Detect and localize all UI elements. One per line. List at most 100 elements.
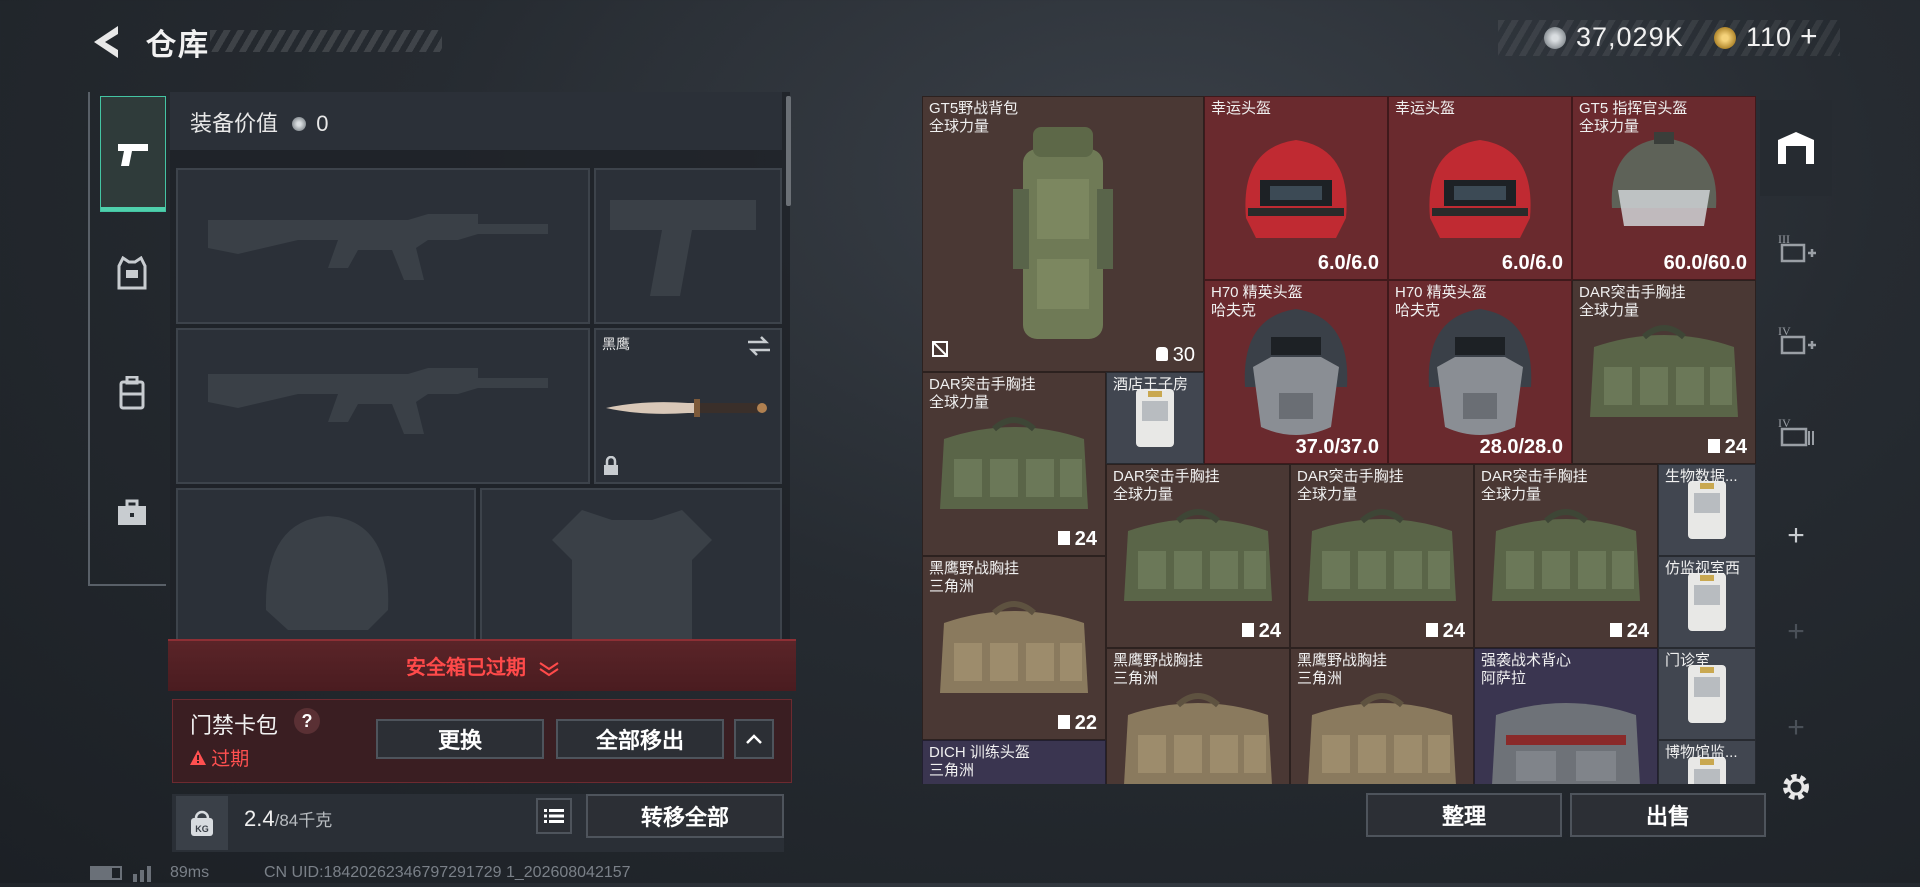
stash-item[interactable]: 仿监视室西 [1658, 556, 1756, 648]
stash-item[interactable]: 黑鹰野战胸挂 三角洲 [1106, 648, 1290, 784]
transfer-all-button[interactable]: 转移全部 [586, 794, 784, 838]
stash-item[interactable]: 酒店王子房 [1106, 372, 1204, 464]
item-title: 黑鹰野战胸挂 [1297, 652, 1388, 669]
vest-icon [117, 256, 147, 290]
secondary-weapon-slot[interactable] [176, 328, 590, 484]
stash-item[interactable]: 博物馆监... [1658, 740, 1756, 784]
item-value-text: 24 [1626, 620, 1649, 642]
item-value: 28.0/28.0 [1480, 436, 1563, 459]
pistol-slot[interactable] [594, 168, 782, 324]
tab-main-stash[interactable] [1760, 100, 1832, 196]
item-value: 24 [1609, 620, 1649, 643]
item-title: 黑鹰野战胸挂 [1113, 652, 1204, 669]
item-title: 黑鹰野战胸挂 [929, 560, 1020, 577]
keycard-expired-status: 过期 [190, 744, 249, 771]
tab-stash-5[interactable]: IV [1760, 388, 1832, 476]
item-name: GT5 指挥官头盔 全球力量 [1579, 100, 1687, 136]
item-name: DAR突击手胸挂 全球力量 [1481, 468, 1588, 504]
stash-item[interactable]: DICH 训练头盔 三角洲 [922, 740, 1106, 784]
list-view-button[interactable] [536, 798, 572, 834]
chevron-down-icon [539, 661, 559, 676]
weight-icon [1155, 347, 1168, 361]
sell-button[interactable]: 出售 [1570, 793, 1766, 837]
item-name: 强袭战术背心 阿萨拉 [1481, 652, 1571, 688]
item-value: 24 [1707, 436, 1747, 459]
stash-item[interactable]: 生物数据... [1658, 464, 1756, 556]
item-value-text: 6.0/6.0 [1501, 252, 1563, 274]
item-faction: 全球力量 [1579, 302, 1640, 319]
item-faction: 三角洲 [1297, 670, 1343, 687]
melee-slot[interactable]: 黑鹰 [594, 328, 782, 484]
item-title: DICH 训练头盔 [929, 744, 1030, 761]
kg-text: KG [195, 824, 209, 834]
back-button[interactable] [88, 22, 122, 62]
sort-button[interactable]: 整理 [1366, 793, 1562, 837]
tab-safebox[interactable] [100, 456, 164, 570]
add-stash-button-disabled[interactable]: + [1760, 588, 1832, 676]
item-value: 22 [1057, 712, 1097, 735]
help-button[interactable]: ? [294, 708, 320, 734]
item-name: 幸运头盔 [1211, 100, 1271, 118]
stash-item[interactable]: 幸运头盔 6.0/6.0 [1388, 96, 1572, 280]
item-title: GT5 指挥官头盔 [1579, 100, 1688, 117]
item-title: DAR突击手胸挂 [1579, 284, 1686, 301]
item-title: 门诊室 [1665, 652, 1711, 669]
collapse-button[interactable] [734, 719, 774, 759]
add-currency-button[interactable]: + [1800, 20, 1819, 54]
replace-button[interactable]: 更换 [376, 719, 544, 759]
stash-item[interactable]: H70 精英头盔 哈夫克 28.0/28.0 [1388, 280, 1572, 464]
battery-fill [92, 868, 112, 878]
item-faction: 全球力量 [1297, 486, 1358, 503]
equipment-scrollbar[interactable] [786, 96, 791, 206]
battery-icon [90, 866, 122, 880]
equipment-value-label: 装备价值 [190, 111, 279, 136]
item-value: 30 [1155, 344, 1195, 367]
stash-item[interactable]: DAR突击手胸挂 全球力量 24 [1572, 280, 1756, 464]
settings-button[interactable] [1760, 752, 1832, 822]
list-icon [544, 809, 564, 823]
stash-item[interactable]: GT5 指挥官头盔 全球力量 60.0/60.0 [1572, 96, 1756, 280]
tab-stash-4[interactable]: IV [1760, 296, 1832, 384]
weight-max: /84千克 [274, 811, 333, 830]
item-image [923, 97, 1203, 371]
helmet-slot[interactable] [176, 488, 476, 644]
tab-weapons[interactable] [100, 96, 166, 212]
stash-item[interactable]: GT5野战背包 全球力量 30 [922, 96, 1204, 372]
item-title: DAR突击手胸挂 [1297, 468, 1404, 485]
primary-weapon-slot[interactable] [176, 168, 590, 324]
currency-silver: 37,029K [1576, 22, 1684, 52]
stash-item[interactable]: 黑鹰野战胸挂 三角洲 [1290, 648, 1474, 784]
keycard-pack-label: 门禁卡包 [190, 713, 279, 738]
tab-backpack[interactable] [100, 336, 164, 450]
expand-stash-icon: III [1778, 232, 1816, 263]
stash-item[interactable]: DAR突击手胸挂 全球力量 24 [922, 372, 1106, 556]
body-armor-slot[interactable] [480, 488, 782, 644]
back-arrow-icon [94, 26, 118, 58]
stash-item[interactable]: DAR突击手胸挂 全球力量 24 [1106, 464, 1290, 648]
item-title: 幸运头盔 [1211, 100, 1272, 117]
capacity-icon [1707, 439, 1720, 453]
add-stash-button[interactable]: + [1760, 492, 1832, 580]
remove-all-button[interactable]: 全部移出 [556, 719, 724, 759]
stash-item[interactable]: 门诊室 [1658, 648, 1756, 740]
stash-item[interactable]: DAR突击手胸挂 全球力量 24 [1290, 464, 1474, 648]
stash-item[interactable]: 幸运头盔 6.0/6.0 [1204, 96, 1388, 280]
tab-armor[interactable] [100, 216, 164, 330]
item-title: GT5野战背包 [929, 100, 1019, 117]
knife-icon [606, 399, 767, 417]
stash-item[interactable]: 强袭战术背心 阿萨拉 [1474, 648, 1658, 784]
stash-item[interactable]: H70 精英头盔 哈夫克 37.0/37.0 [1204, 280, 1388, 464]
item-name: DAR突击手胸挂 全球力量 [1297, 468, 1404, 504]
item-faction: 三角洲 [929, 762, 975, 779]
item-name: DAR突击手胸挂 全球力量 [1579, 284, 1686, 320]
item-value-text: 22 [1074, 712, 1097, 734]
stash-item[interactable]: 黑鹰野战胸挂 三角洲 22 [922, 556, 1106, 740]
stash-item[interactable]: DAR突击手胸挂 全球力量 24 [1474, 464, 1658, 648]
swap-icon[interactable] [746, 336, 772, 356]
item-faction: 阿萨拉 [1481, 670, 1527, 687]
tab-stash-3[interactable]: III [1760, 204, 1832, 292]
expand-stash-icon: IV [1778, 324, 1816, 355]
safebox-expired-label: 安全箱已过期 [406, 657, 526, 679]
item-name: 幸运头盔 [1395, 100, 1455, 118]
warehouse-icon [1778, 132, 1814, 164]
